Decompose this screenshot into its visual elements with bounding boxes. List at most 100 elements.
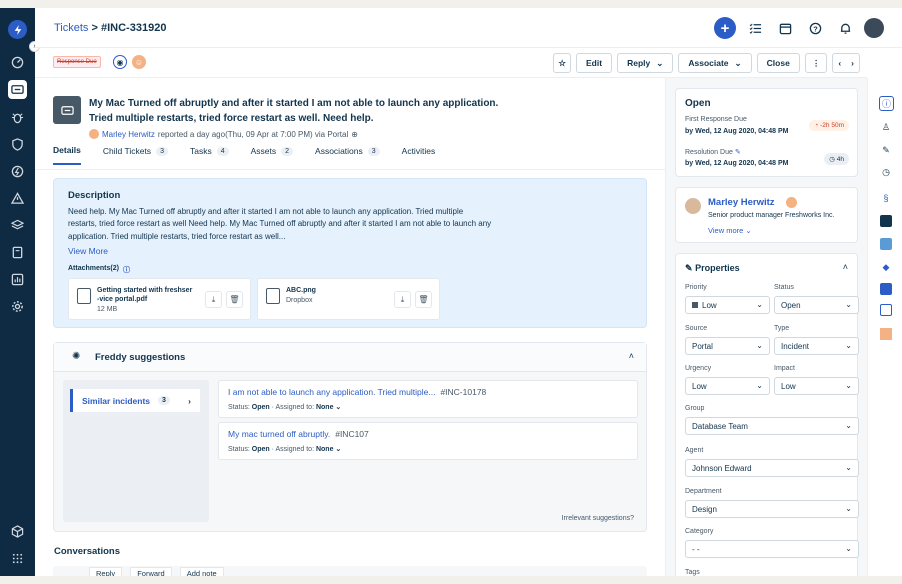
add-note-button[interactable]: Add note [179,567,224,576]
user-avatar[interactable] [864,18,884,38]
priority-select[interactable]: Low ⌄ [685,296,770,314]
previous-ticket-button[interactable]: ‹ [838,58,841,68]
chevron-up-icon[interactable]: ˄ [629,351,634,361]
favorite-star-icon[interactable]: ☆ [553,53,572,73]
trash-icon[interactable]: 🗑 [226,291,243,308]
assigned-dropdown[interactable]: None [316,446,334,453]
attachment-card[interactable]: Getting started with freshser -vice porta… [68,278,251,320]
ticket-subject: My Mac Turned off abruptly and after it … [89,96,509,126]
ticket-subject-line1: My Mac Turned off abruptly and after it … [89,98,499,109]
source-select[interactable]: Portal ⌄ [685,337,770,355]
clock-icon[interactable]: ◷ [880,166,892,178]
similar-incidents-button[interactable]: Similar incidents 3 › [70,389,200,412]
urgency-select[interactable]: Low ⌄ [685,377,770,395]
status-label: Status [774,284,794,291]
image-file-icon [266,288,280,304]
tab-activities[interactable]: Activities [402,145,436,165]
category-select[interactable]: - - ⌄ [685,540,859,558]
tickets-icon[interactable] [8,80,27,99]
overdue-time: -2h 50m [820,122,844,129]
close-button[interactable]: Close [756,53,800,73]
todo-list-icon[interactable] [744,17,766,39]
right-apps-rail: ⓘ ♙ ✎ ◷ § ◆ [867,78,902,576]
chevron-up-icon[interactable]: ˄ [843,262,848,272]
releases-icon[interactable] [8,162,27,181]
department-select[interactable]: Design ⌄ [685,500,859,518]
watch-eye-icon[interactable]: ◉ [113,55,127,69]
download-icon[interactable]: ⤓ [394,291,411,308]
info-icon[interactable]: ⓘ [123,265,130,275]
tab-label: Details [53,145,81,155]
download-icon[interactable]: ⤓ [205,291,222,308]
attachment-name: Getting started with freshser -vice porta… [97,286,192,304]
app-window-icon[interactable] [880,304,892,316]
trash-icon[interactable]: 🗑 [415,291,432,308]
next-ticket-button[interactable]: › [851,58,854,68]
freddy-header[interactable]: ✺ Freddy suggestions ˄ [54,343,646,372]
edit-pencil-icon[interactable]: ✎ [735,149,741,156]
tab-child-tickets[interactable]: Child Tickets 3 [103,145,168,165]
chevron-down-icon: ⌄ [845,463,852,472]
reply-action-button[interactable]: Reply [89,567,123,576]
app-card-icon[interactable] [880,283,892,295]
description-text: Need help. My Mac Turned off abruptly an… [68,206,538,243]
impact-select[interactable]: Low ⌄ [774,377,859,395]
agent-select[interactable]: Johnson Edward ⌄ [685,459,859,477]
problems-bug-icon[interactable] [8,108,27,127]
alert-icon[interactable] [8,189,27,208]
more-options-button[interactable]: ⋮ [804,53,828,73]
user-icon[interactable]: ♙ [880,121,892,133]
associate-button[interactable]: Associate ⌄ [678,53,752,73]
cube-icon[interactable] [8,522,27,541]
notifications-bell-icon[interactable] [834,17,856,39]
tab-assets[interactable]: Assets 2 [250,145,294,165]
settings-gear-icon[interactable] [8,297,27,316]
reports-chart-icon[interactable] [8,270,27,289]
app-frame: › Tickets > #INC-331920 + ? Response Due… [0,8,902,576]
app-chat-icon[interactable] [880,238,892,250]
tab-tasks[interactable]: Tasks 4 [190,145,229,165]
solutions-book-icon[interactable] [8,243,27,262]
tab-label: Assets [250,146,277,156]
new-item-button[interactable]: + [714,17,736,39]
tab-associations[interactable]: Associations 3 [315,145,380,165]
app-s-icon[interactable]: § [880,192,892,204]
ticket-subject-line2: Tried multiple restarts, tried force res… [89,113,374,124]
calendar-icon[interactable] [774,17,796,39]
assets-layers-icon[interactable] [8,216,27,235]
view-more-link[interactable]: View More [68,246,108,256]
app-monitor-icon[interactable] [880,215,892,227]
app-diamond-icon[interactable]: ◆ [880,261,892,273]
status-select[interactable]: Open ⌄ [774,296,859,314]
app-square-icon[interactable] [880,328,892,340]
assigned-dropdown[interactable]: None [316,404,334,411]
type-select[interactable]: Incident ⌄ [774,337,859,355]
help-icon[interactable]: ? [804,17,826,39]
suggestion-card[interactable]: My mac turned off abruptly. #INC107 Statu… [218,422,638,460]
requester-name-link[interactable]: Marley Herwitz [102,130,155,139]
dashboard-icon[interactable] [8,53,27,72]
group-select[interactable]: Database Team ⌄ [685,417,859,435]
info-icon[interactable]: ⓘ [879,96,894,111]
shield-icon[interactable] [8,135,27,154]
edit-pencil-icon[interactable]: ✎ [880,144,892,156]
tab-details[interactable]: Details [53,145,81,165]
resolution-badge: ◷ 4h [824,153,849,165]
irrelevant-suggestions-link[interactable]: Irrelevant suggestions? [562,515,634,522]
reply-button[interactable]: Reply ⌄ [617,53,674,73]
resolution-label-text: Resolution Due [685,149,733,156]
suggestion-title[interactable]: My mac turned off abruptly. [228,429,330,439]
suggestion-card[interactable]: I am not able to launch any application.… [218,380,638,418]
tab-label: Activities [401,146,436,156]
requester-view-more[interactable]: View more ⌄ [708,226,752,235]
status-label: Status: [228,446,250,453]
breadcrumb-tickets-link[interactable]: Tickets [54,22,88,34]
suggestion-title[interactable]: I am not able to launch any application.… [228,387,435,397]
attachment-card[interactable]: ABC.png Dropbox ⤓ 🗑 [257,278,440,320]
apps-grid-icon[interactable] [8,549,27,568]
tags-label: Tags [685,569,700,576]
requester-card-name[interactable]: Marley Herwitz [708,197,775,208]
forward-action-button[interactable]: Forward [130,567,172,576]
lightning-logo-icon[interactable] [8,20,27,39]
edit-button[interactable]: Edit [576,53,613,73]
